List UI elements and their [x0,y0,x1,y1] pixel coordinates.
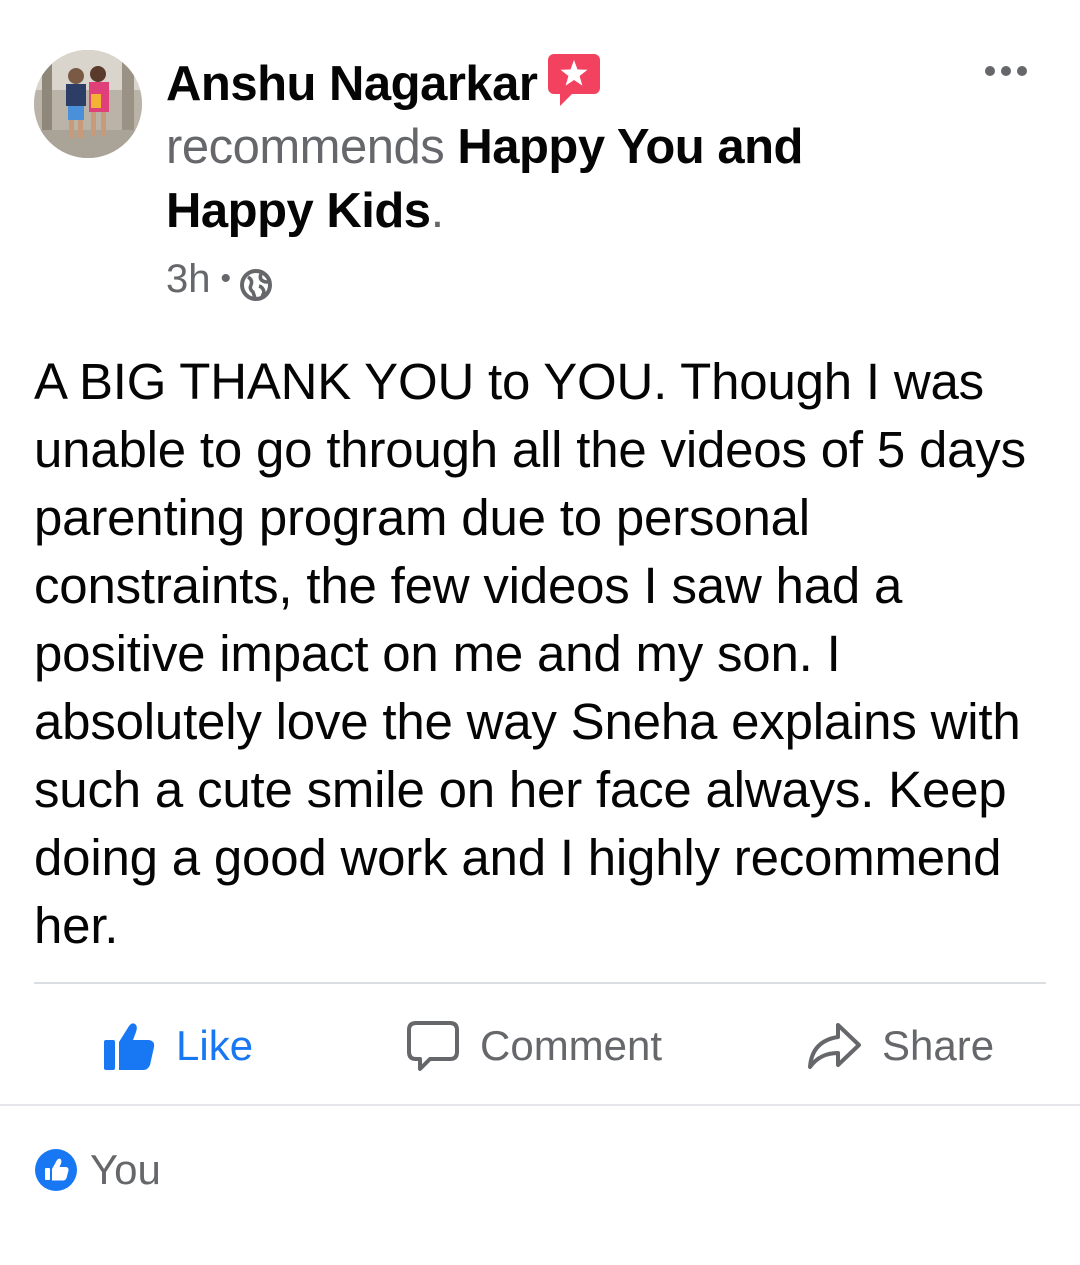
reactions-summary[interactable]: You [34,1140,161,1200]
recommendation-line: recommends Happy You and Happy Kids. [166,115,906,243]
like-reaction-icon [35,1149,77,1191]
globe-icon[interactable] [239,262,273,301]
thumbs-up-icon [104,1023,155,1070]
meta-separator: • [220,262,232,295]
period-text: . [430,184,445,238]
comment-label: Comment [480,1022,663,1069]
like-label: Like [176,1022,254,1069]
recommends-text: recommends [166,120,445,174]
post-timestamp[interactable]: 3h [166,252,211,306]
author-avatar[interactable] [34,50,142,158]
recommendation-star-icon [546,52,602,106]
post-actions-bar: Like Comment Share [0,1008,1080,1084]
share-label: Share [882,1022,995,1069]
share-arrow-icon [808,1023,861,1069]
reactions-divider [0,1104,1080,1106]
share-button[interactable]: Share [806,1008,994,1084]
post-meta: 3h • [166,252,273,306]
like-button[interactable]: Like [102,1008,253,1084]
actions-divider [34,982,1046,984]
comment-button[interactable]: Comment [406,1008,662,1084]
author-name[interactable]: Anshu Nagarkar [166,57,538,111]
author-line: Anshu Nagarkar [166,52,906,115]
more-options-icon[interactable] [982,56,1030,86]
post-header: Anshu Nagarkar recommends Happy You and … [166,52,906,243]
post-body-text: A BIG THANK YOU to YOU. Though I was una… [34,353,1026,954]
avatar-image [34,50,142,158]
reaction-names: You [90,1146,161,1193]
speech-bubble-icon [407,1021,459,1071]
